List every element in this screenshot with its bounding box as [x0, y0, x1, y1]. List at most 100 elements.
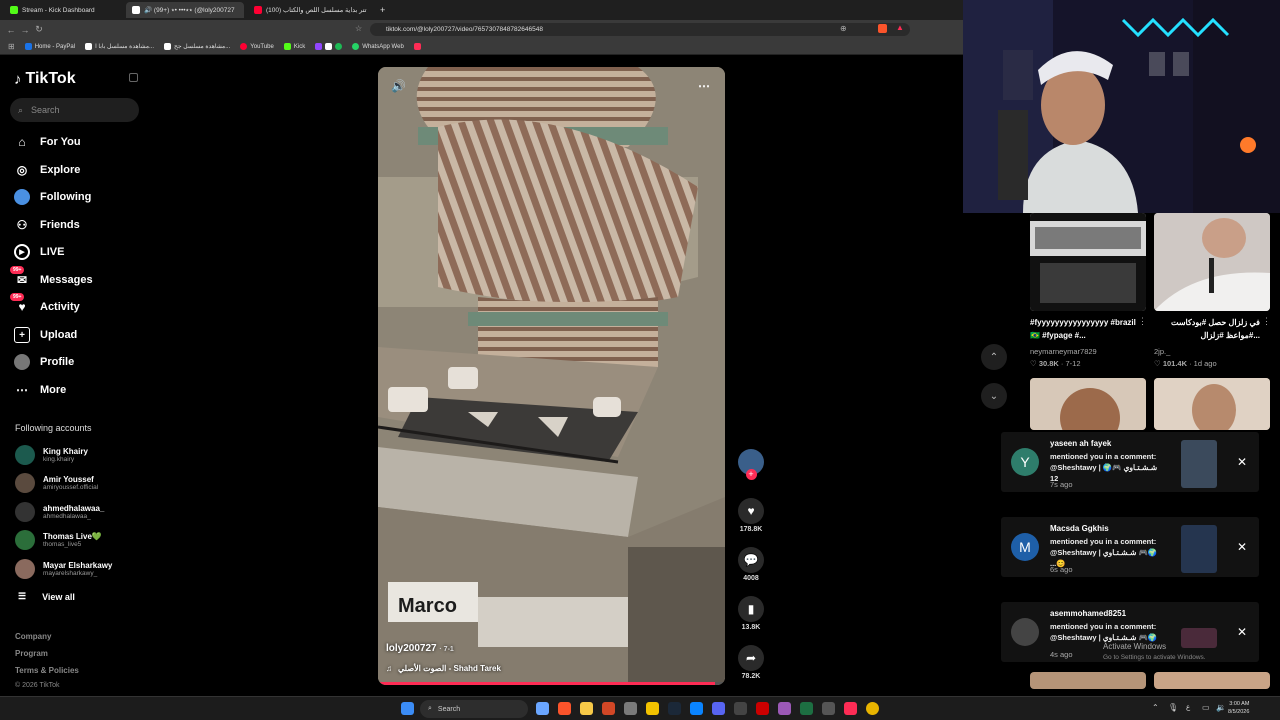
- nav-messages[interactable]: ✉ 99+ Messages: [10, 266, 93, 288]
- video-thumbnail[interactable]: [1030, 378, 1146, 430]
- warning-icon[interactable]: ▲: [896, 23, 904, 32]
- app-icon[interactable]: [646, 702, 659, 715]
- like-button[interactable]: ♥ 178.8K: [737, 498, 765, 533]
- app-icon[interactable]: [822, 702, 835, 715]
- network-icon[interactable]: ▭: [1202, 703, 1210, 712]
- bookmark-whatsapp[interactable]: WhatsApp Web: [352, 43, 404, 50]
- bookmark-series-2[interactable]: مشاهدة مسلسل جح...: [164, 43, 230, 50]
- app-icon[interactable]: [536, 702, 549, 715]
- video-thumbnail[interactable]: [1154, 213, 1270, 311]
- account-item[interactable]: Thomas Live💚 thomas_live5: [15, 530, 102, 550]
- video-username[interactable]: neymarneymar7829: [1030, 347, 1097, 356]
- apps-icon[interactable]: ⊞: [8, 42, 15, 51]
- previous-video-button[interactable]: ⌃: [981, 344, 1007, 370]
- footer-program[interactable]: Program: [15, 649, 48, 658]
- tab-youtube[interactable]: (100) تتر بداية مسلسل اللص والكتاب: [248, 2, 374, 18]
- next-video-button[interactable]: ⌄: [981, 383, 1007, 409]
- nav-following[interactable]: Following: [14, 189, 91, 205]
- video-more-icon[interactable]: ⋮: [1138, 316, 1147, 327]
- account-item[interactable]: Amir Youssef amiryoussef.official: [15, 473, 98, 493]
- account-item[interactable]: King Khairy king.khairy: [15, 445, 88, 465]
- app-icon[interactable]: [624, 702, 637, 715]
- bookmark-paypal[interactable]: Home - PayPal: [24, 43, 75, 50]
- app-icon[interactable]: [800, 702, 813, 715]
- volume-icon[interactable]: 🔉: [1216, 703, 1226, 712]
- folder-icon[interactable]: [580, 702, 593, 715]
- edge-icon[interactable]: [690, 702, 703, 715]
- app-icon[interactable]: [778, 702, 791, 715]
- nav-for-you[interactable]: ⌂ For You: [14, 134, 80, 150]
- notification-thumbnail: [1181, 440, 1217, 488]
- tiktok-logo[interactable]: ♪ TikTok: [14, 70, 76, 88]
- bookmark-star-icon[interactable]: ☆: [355, 24, 362, 33]
- video-more-icon[interactable]: ⋮: [1262, 316, 1271, 327]
- mention-notification[interactable]: Y yaseen ah fayek mentioned you in a com…: [1001, 432, 1259, 492]
- tiktok-icon[interactable]: [844, 702, 857, 715]
- video-thumbnail[interactable]: [1030, 213, 1146, 311]
- new-tab-button[interactable]: +: [374, 2, 388, 18]
- share-button[interactable]: ➦ 78.2K: [737, 645, 765, 680]
- taskbar-search[interactable]: ⌕ Search: [420, 700, 528, 718]
- save-button[interactable]: ▮ 13.8K: [737, 596, 765, 631]
- bookmark-series-1[interactable]: مشاهدة مسلسل بابا ا...: [85, 43, 154, 50]
- steam-icon[interactable]: [668, 702, 681, 715]
- footer-company[interactable]: Company: [15, 632, 51, 641]
- close-icon[interactable]: ✕: [1237, 455, 1247, 469]
- brave-shield-icon[interactable]: [878, 24, 887, 33]
- volume-icon[interactable]: 🔊: [391, 79, 406, 93]
- mention-notification[interactable]: M Macsda Ggkhis mentioned you in a comme…: [1001, 517, 1259, 577]
- back-icon[interactable]: ←: [4, 25, 18, 35]
- forward-icon[interactable]: →: [18, 25, 32, 35]
- app-icon[interactable]: [734, 702, 747, 715]
- creator-avatar-button[interactable]: +: [737, 449, 765, 480]
- video-progress-bar[interactable]: [378, 682, 725, 685]
- tab-tiktok[interactable]: 🔊 (99+) ٭٭••• •٭ (@loly200727: [126, 2, 244, 18]
- video-more-options-icon[interactable]: ⋯: [698, 79, 710, 93]
- taskbar-clock[interactable]: 3:00 AM 8/5/2026: [1228, 700, 1249, 716]
- nav-activity[interactable]: ♥ 99+ Activity: [10, 293, 80, 315]
- bookmark-kick[interactable]: Kick: [283, 43, 305, 50]
- nav-explore[interactable]: ◎ Explore: [14, 162, 81, 178]
- discord-icon[interactable]: [712, 702, 725, 715]
- nav-live[interactable]: ▶ LIVE: [14, 244, 64, 260]
- windows-start-icon[interactable]: [401, 702, 414, 715]
- close-icon[interactable]: ✕: [1237, 625, 1247, 639]
- bookmark-extensions[interactable]: [315, 43, 343, 50]
- nav-more[interactable]: ⋯ More: [14, 382, 66, 398]
- app-icon[interactable]: [756, 702, 769, 715]
- language-icon[interactable]: ع: [1186, 703, 1190, 711]
- app-icon[interactable]: [602, 702, 615, 715]
- bookmark-extra[interactable]: [413, 43, 421, 50]
- bookmark-youtube[interactable]: YouTube: [240, 43, 274, 50]
- tray-chevron-icon[interactable]: ⌃: [1152, 703, 1159, 712]
- footer-terms[interactable]: Terms & Policies: [15, 666, 79, 675]
- view-all-link[interactable]: ☰ View all: [18, 591, 75, 602]
- follow-plus-icon[interactable]: +: [745, 469, 757, 480]
- mention-notification[interactable]: asemmohamed8251 mentioned you in a comme…: [1001, 602, 1259, 662]
- video-username[interactable]: 2jp._: [1154, 347, 1170, 356]
- brave-icon[interactable]: [558, 702, 571, 715]
- video-author[interactable]: loly200727: [386, 643, 437, 654]
- mic-icon[interactable]: 🎙: [1168, 703, 1178, 712]
- tab-kick[interactable]: Stream - Kick Dashboard: [4, 2, 122, 18]
- nav-profile[interactable]: Profile: [14, 354, 74, 370]
- nav-friends[interactable]: ⚇ Friends: [14, 217, 80, 233]
- collapse-sidebar-icon[interactable]: [129, 73, 138, 82]
- video-sound[interactable]: ♫ الصوت الأصلي - Shahd Tarek: [386, 664, 501, 673]
- url-input[interactable]: tiktok.com/@loly200727/video/76573078487…: [370, 23, 910, 36]
- video-thumbnail[interactable]: [1154, 378, 1270, 430]
- video-title[interactable]: في زلزال حصل #بودكاست #مواعظ #زلزال...: [1154, 316, 1260, 342]
- search-input[interactable]: ⌕ Search: [10, 98, 139, 122]
- video-title[interactable]: #fyyyyyyyyyyyyyyyy #brazil🇧🇷 #fypage #..…: [1030, 316, 1136, 342]
- chrome-icon[interactable]: [866, 702, 879, 715]
- video-thumbnail[interactable]: [1030, 672, 1146, 689]
- video-thumbnail[interactable]: [1154, 672, 1270, 689]
- close-icon[interactable]: ✕: [1237, 540, 1247, 554]
- account-item[interactable]: Mayar Elsharkawy mayarelsharkawy_: [15, 559, 112, 579]
- reload-icon[interactable]: ↻: [32, 24, 46, 35]
- zoom-icon[interactable]: ⊕: [840, 24, 847, 33]
- video-player[interactable]: Marco 🔊 ⋯ loly200727 · 7-1 ♫ الصوت الأصل…: [378, 67, 725, 685]
- account-item[interactable]: ahmedhalawaa_ ahmedhalawaa_: [15, 502, 104, 522]
- comment-button[interactable]: 💬 4008: [737, 547, 765, 582]
- nav-upload[interactable]: + Upload: [14, 327, 77, 343]
